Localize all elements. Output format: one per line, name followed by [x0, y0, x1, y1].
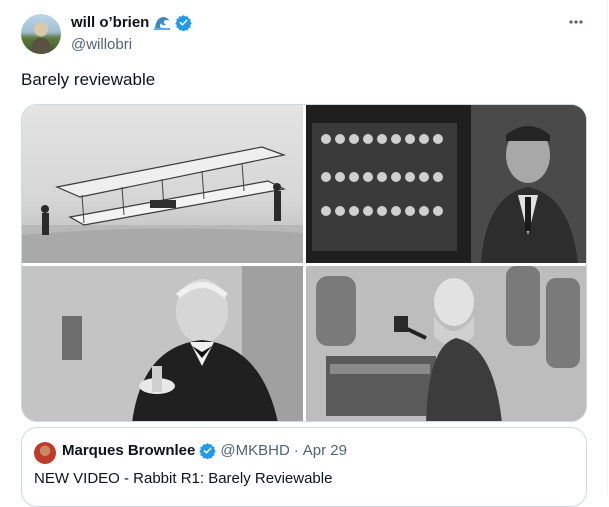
telephone-engraving-photo[interactable]	[306, 266, 586, 421]
edison-photo[interactable]	[22, 266, 303, 421]
media-grid[interactable]	[21, 104, 587, 422]
quoted-date: Apr 29	[302, 442, 347, 459]
quoted-header: Marques Brownlee @MKBHD · Apr 29	[62, 442, 347, 460]
more-options-icon[interactable]	[566, 12, 586, 32]
author-row: will o’brien	[71, 14, 193, 32]
verified-badge-icon	[199, 442, 217, 460]
quoted-text: NEW VIDEO - Rabbit R1: Barely Reviewable	[34, 470, 333, 487]
quoted-author-name: Marques Brownlee	[62, 442, 196, 459]
separator-dot: ·	[293, 442, 299, 459]
tweet-text: Barely reviewable	[21, 70, 156, 89]
quoted-author-handle: @MKBHD	[220, 442, 290, 459]
bombe-machine-photo[interactable]	[306, 105, 586, 263]
verified-badge-icon[interactable]	[175, 14, 193, 32]
quoted-tweet[interactable]: Marques Brownlee @MKBHD · Apr 29 NEW VID…	[21, 427, 587, 507]
tweet-card[interactable]: will o’brien @willobri Barely reviewable	[0, 0, 608, 507]
author-name[interactable]: will o’brien	[71, 14, 149, 31]
avatar[interactable]	[21, 14, 61, 54]
wright-glider-photo[interactable]	[22, 105, 303, 263]
wave-icon	[153, 15, 171, 31]
author-handle[interactable]: @willobri	[71, 36, 132, 53]
quoted-avatar[interactable]	[34, 442, 56, 464]
